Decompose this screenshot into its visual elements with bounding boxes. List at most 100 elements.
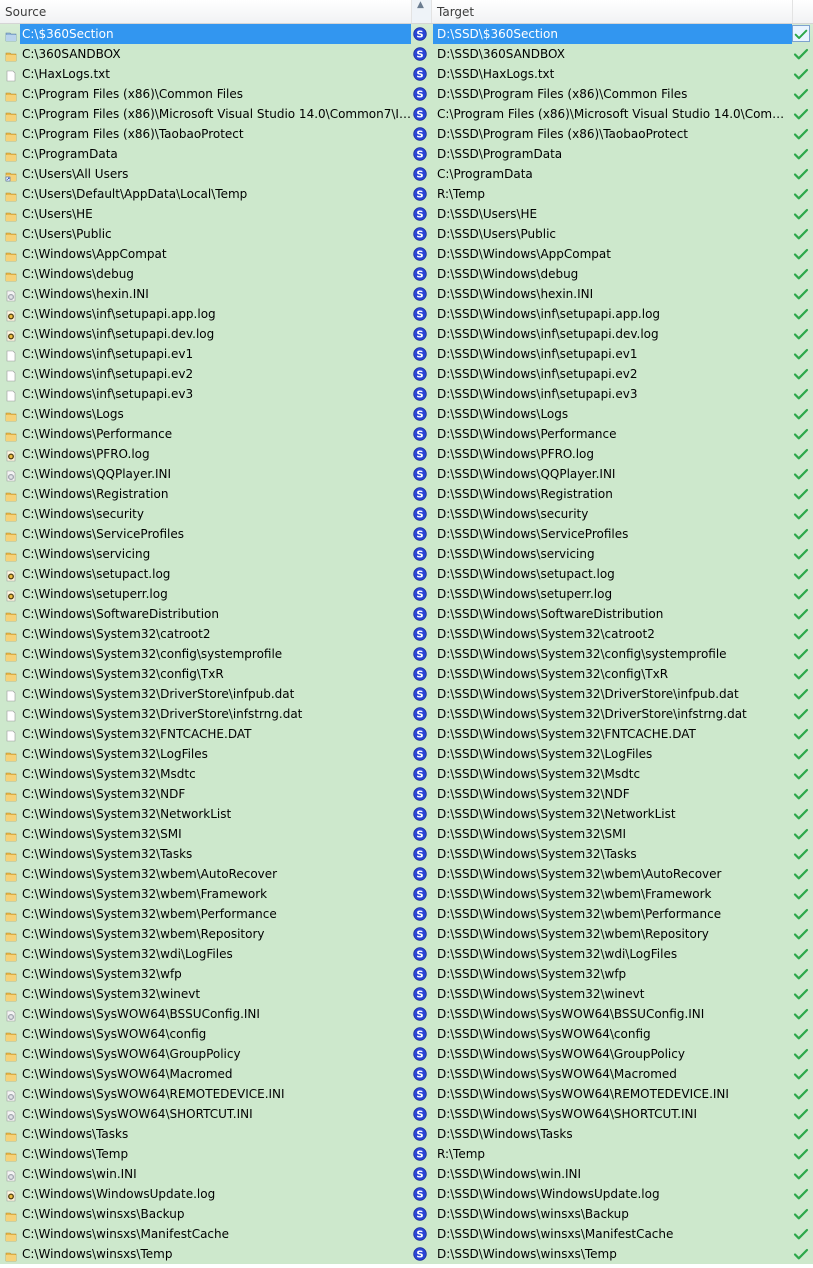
table-row[interactable]: C:\Windows\System32\NDF S D:\SSD\Windows\S… — [0, 784, 813, 804]
symlink-icon: S — [413, 1047, 427, 1061]
table-row[interactable]: C:\Windows\System32\wbem\Repository S D:\S… — [0, 924, 813, 944]
table-row[interactable]: C:\Windows\PFRO.log S D:\SSD\Windows\PFRO.… — [0, 444, 813, 464]
svg-text:S: S — [416, 769, 423, 780]
svg-text:S: S — [416, 309, 423, 320]
checkmark-icon — [792, 607, 810, 621]
table-row[interactable]: C:\Windows\servicing S D:\SSD\Windows\serv… — [0, 544, 813, 564]
table-row[interactable]: C:\$360Section S D:\SSD\$360Section — [0, 24, 813, 44]
table-row[interactable]: C:\Program Files (x86)\TaobaoProtect S D:\… — [0, 124, 813, 144]
checkmark-icon — [792, 147, 810, 161]
table-row[interactable]: C:\Windows\hexin.INI S D:\SSD\Windows\hexi… — [0, 284, 813, 304]
table-row[interactable]: C:\Windows\Logs S D:\SSD\Windows\Logs — [0, 404, 813, 424]
table-row[interactable]: C:\Windows\Registration S D:\SSD\Windows\R… — [0, 484, 813, 504]
checkmark-icon — [792, 307, 810, 321]
table-row[interactable]: C:\Windows\System32\config\systemprofile… — [0, 644, 813, 664]
table-row[interactable]: C:\Windows\win.INI S D:\SSD\Windows\win.IN… — [0, 1164, 813, 1184]
table-row[interactable]: C:\Windows\setuperr.log S D:\SSD\Windows\s… — [0, 584, 813, 604]
table-row[interactable]: C:\Windows\inf\setupapi.app.log S D:\SSD\W… — [0, 304, 813, 324]
source-path: C:\Windows\SysWOW64\REMOTEDEVICE.INI — [22, 1087, 285, 1101]
table-row[interactable]: C:\Windows\inf\setupapi.dev.log S D:\SSD\W… — [0, 324, 813, 344]
table-row[interactable]: C:\Windows\winsxs\Backup S D:\SSD\Windows\… — [0, 1204, 813, 1224]
checkmark-icon — [792, 987, 810, 1001]
table-row[interactable]: C:\Windows\Tasks S D:\SSD\Windows\Tasks — [0, 1124, 813, 1144]
symlink-icon: S — [413, 1187, 427, 1201]
folder-icon — [5, 808, 17, 822]
table-row[interactable]: C:\Windows\System32\LogFiles S D:\SSD\Wind… — [0, 744, 813, 764]
table-row[interactable]: C:\Users\Public S D:\SSD\Users\Public — [0, 224, 813, 244]
table-row[interactable]: C:\Windows\System32\wbem\AutoRecover S D:\… — [0, 864, 813, 884]
table-row[interactable]: C:\Windows\SysWOW64\BSSUConfig.INI S D:\SS… — [0, 1004, 813, 1024]
status-column-header[interactable] — [792, 0, 813, 23]
source-column-header[interactable]: Source — [0, 0, 411, 23]
table-row[interactable]: C:\Windows\System32\Tasks S D:\SSD\Windows… — [0, 844, 813, 864]
svg-text:S: S — [416, 749, 423, 760]
symlink-icon: S — [413, 227, 427, 241]
table-row[interactable]: C:\Windows\inf\setupapi.ev3 S D:\SSD\Windo… — [0, 384, 813, 404]
table-row[interactable]: C:\Windows\winsxs\Temp S D:\SSD\Windows\wi… — [0, 1244, 813, 1264]
svg-text:S: S — [416, 169, 423, 180]
table-row[interactable]: C:\Windows\System32\NetworkList S D:\SSD\W… — [0, 804, 813, 824]
table-row[interactable]: C:\Windows\System32\SMI S D:\SSD\Windows\S… — [0, 824, 813, 844]
table-row[interactable]: C:\Users\Default\AppData\Local\Temp S R:\T… — [0, 184, 813, 204]
target-path: D:\SSD\Windows\SysWOW64\REMOTEDEVICE.INI — [437, 1087, 729, 1101]
svg-text:S: S — [416, 949, 423, 960]
svg-text:S: S — [416, 689, 423, 700]
svg-text:S: S — [416, 449, 423, 460]
table-row[interactable]: C:\Program Files (x86)\Common Files S D:\S… — [0, 84, 813, 104]
table-row[interactable]: C:\HaxLogs.txt S D:\SSD\HaxLogs.txt — [0, 64, 813, 84]
table-row[interactable]: C:\Users\All Users S C:\ProgramData — [0, 164, 813, 184]
table-row[interactable]: C:\Windows\System32\winevt S D:\SSD\Window… — [0, 984, 813, 1004]
table-row[interactable]: C:\360SANDBOX S D:\SSD\360SANDBOX — [0, 44, 813, 64]
table-row[interactable]: C:\Windows\System32\Msdtc S D:\SSD\Windows… — [0, 764, 813, 784]
svg-text:S: S — [416, 1249, 423, 1260]
folder-icon — [5, 528, 17, 542]
table-row[interactable]: C:\Windows\inf\setupapi.ev1 S D:\SSD\Windo… — [0, 344, 813, 364]
table-row[interactable]: C:\Windows\Performance S D:\SSD\Windows\Pe… — [0, 424, 813, 444]
table-row[interactable]: C:\Windows\System32\wbem\Performance S D:\… — [0, 904, 813, 924]
table-row[interactable]: C:\Windows\QQPlayer.INI S D:\SSD\Windows\Q… — [0, 464, 813, 484]
source-path: C:\Windows\AppCompat — [22, 247, 167, 261]
table-row[interactable]: C:\Windows\System32\wdi\LogFiles S D:\SSD\… — [0, 944, 813, 964]
table-row[interactable]: C:\Windows\setupact.log S D:\SSD\Windows\s… — [0, 564, 813, 584]
checkmark-icon — [792, 407, 810, 421]
table-row[interactable]: C:\Windows\System32\config\TxR S D:\SSD\Wi… — [0, 664, 813, 684]
table-row[interactable]: C:\Windows\SoftwareDistribution S D:\SSD\W… — [0, 604, 813, 624]
table-row[interactable]: C:\Windows\winsxs\ManifestCache S D:\SSD\W… — [0, 1224, 813, 1244]
source-path: C:\Windows\System32\wbem\Repository — [22, 927, 265, 941]
table-row[interactable]: C:\Windows\security S D:\SSD\Windows\secur… — [0, 504, 813, 524]
source-path: C:\Windows\inf\setupapi.ev1 — [22, 347, 194, 361]
table-row[interactable]: C:\Windows\debug S D:\SSD\Windows\debug — [0, 264, 813, 284]
table-row[interactable]: C:\Windows\System32\DriverStore\infpub.d… — [0, 684, 813, 704]
table-row[interactable]: C:\Windows\SysWOW64\REMOTEDEVICE.INI S D:\… — [0, 1084, 813, 1104]
source-path: C:\Windows\System32\wfp — [22, 967, 182, 981]
target-column-header[interactable]: Target — [432, 0, 792, 23]
sort-column-header[interactable]: ▲ — [411, 0, 432, 23]
source-path: C:\Windows\inf\setupapi.dev.log — [22, 327, 215, 341]
table-row[interactable]: C:\Windows\System32\DriverStore\infstrng… — [0, 704, 813, 724]
table-row[interactable]: C:\Windows\SysWOW64\GroupPolicy S D:\SSD\W… — [0, 1044, 813, 1064]
table-row[interactable]: C:\Windows\System32\catroot2 S D:\SSD\Wind… — [0, 624, 813, 644]
table-row[interactable]: C:\Program Files (x86)\Microsoft Visual … — [0, 104, 813, 124]
table-row[interactable]: C:\Windows\Temp S R:\Temp — [0, 1144, 813, 1164]
table-row[interactable]: C:\Windows\System32\wfp S D:\SSD\Windows\S… — [0, 964, 813, 984]
table-row[interactable]: C:\Windows\SysWOW64\config S D:\SSD\Window… — [0, 1024, 813, 1044]
table-row[interactable]: C:\Windows\SysWOW64\SHORTCUT.INI S D:\SSD\… — [0, 1104, 813, 1124]
table-row[interactable]: C:\Users\HE S D:\SSD\Users\HE — [0, 204, 813, 224]
table-row[interactable]: C:\Windows\AppCompat S D:\SSD\Windows\AppC… — [0, 244, 813, 264]
checkmark-icon — [792, 567, 810, 581]
source-path: C:\360SANDBOX — [22, 47, 121, 61]
checkmark-icon — [792, 47, 810, 61]
source-path: C:\Windows\System32\LogFiles — [22, 747, 208, 761]
symlink-icon: S — [413, 487, 427, 501]
symlink-icon: S — [413, 127, 427, 141]
table-row[interactable]: C:\ProgramData S D:\SSD\ProgramData — [0, 144, 813, 164]
table-row[interactable]: C:\Windows\ServiceProfiles S D:\SSD\Window… — [0, 524, 813, 544]
svg-text:S: S — [416, 909, 423, 920]
ini-file-icon — [5, 468, 17, 482]
table-row[interactable]: C:\Windows\System32\FNTCACHE.DAT S D:\SSD\… — [0, 724, 813, 744]
svg-text:S: S — [416, 489, 423, 500]
table-row[interactable]: C:\Windows\inf\setupapi.ev2 S D:\SSD\Windo… — [0, 364, 813, 384]
table-row[interactable]: C:\Windows\SysWOW64\Macromed S D:\SSD\Wind… — [0, 1064, 813, 1084]
table-row[interactable]: C:\Windows\System32\wbem\Framework S D:\SS… — [0, 884, 813, 904]
table-row[interactable]: C:\Windows\WindowsUpdate.log S D:\SSD\Wind… — [0, 1184, 813, 1204]
